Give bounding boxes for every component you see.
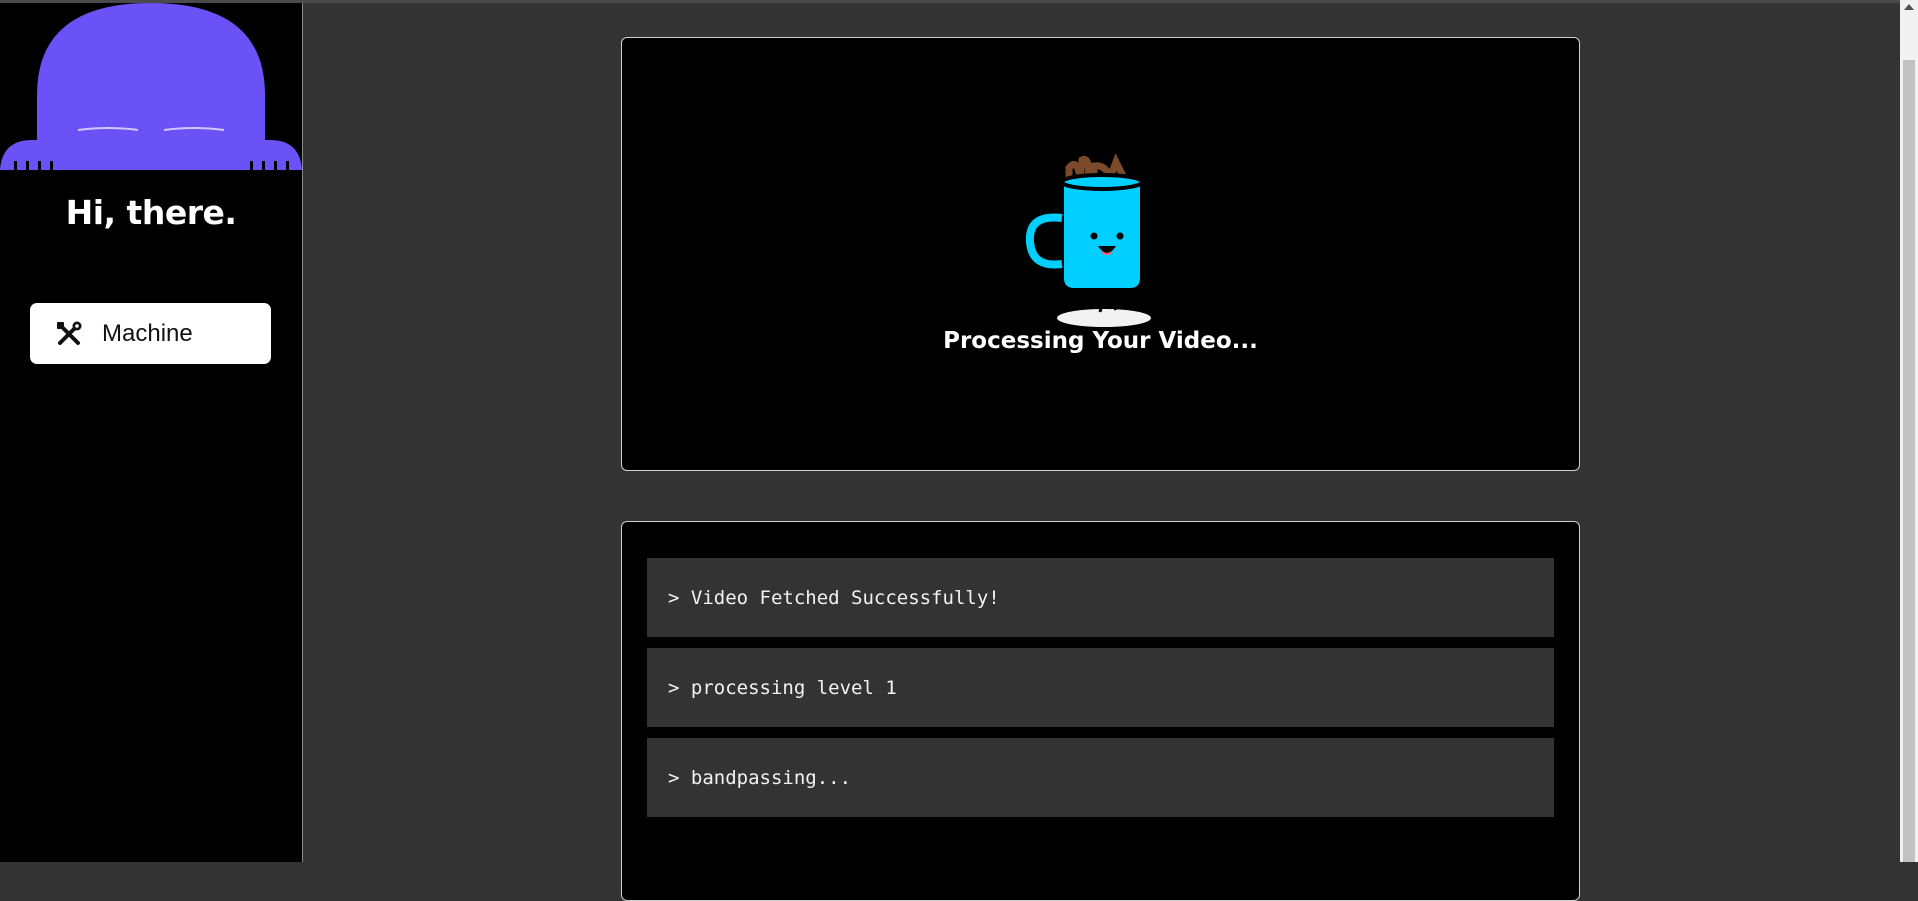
log-line: > Video Fetched Successfully! <box>647 558 1554 637</box>
scroll-up-arrow-icon[interactable] <box>1904 4 1914 10</box>
log-line: > bandpassing... <box>647 738 1554 817</box>
log-line: > processing level 1 <box>647 648 1554 727</box>
nav-machine-label: Machine <box>102 319 193 347</box>
sidebar: Hi, there. Machine <box>0 3 303 862</box>
processing-message: Processing Your Video... <box>943 328 1258 354</box>
processing-status-card: Processing Your Video... <box>621 37 1580 471</box>
tools-icon <box>54 319 84 349</box>
scrollbar-thumb[interactable] <box>1903 60 1915 862</box>
mascot-illustration <box>0 3 302 176</box>
nav-machine-button[interactable]: Machine <box>30 303 271 364</box>
greeting-heading: Hi, there. <box>65 193 237 232</box>
dancing-mug-illustration <box>1024 153 1151 327</box>
processing-log-card: > Video Fetched Successfully! > processi… <box>621 521 1580 901</box>
